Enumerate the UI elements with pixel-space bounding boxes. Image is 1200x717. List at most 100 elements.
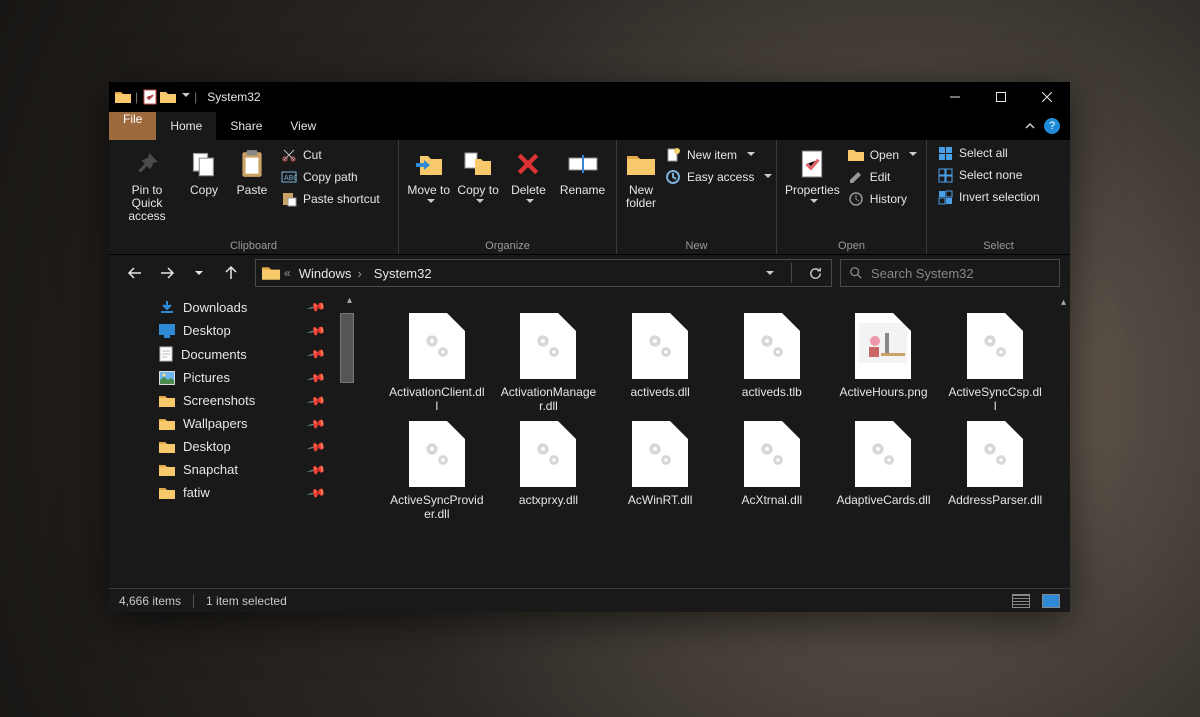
file-item[interactable]: AdaptiveCards.dll xyxy=(831,421,937,521)
pin-icon: 📌 xyxy=(306,437,326,457)
app-folder-icon xyxy=(115,90,131,104)
folder-icon xyxy=(159,463,175,477)
file-name-label: AcXtrnal.dll xyxy=(724,493,820,507)
collapse-ribbon-icon[interactable] xyxy=(1024,120,1036,132)
search-box[interactable] xyxy=(840,259,1060,287)
breadcrumb-segment[interactable]: System32 xyxy=(370,266,436,281)
sidebar-item[interactable]: Desktop📌 xyxy=(109,319,354,342)
dll-file-icon xyxy=(409,313,465,379)
invert-selection-button[interactable]: Invert selection xyxy=(935,188,1042,206)
sidebar-item[interactable]: Wallpapers📌 xyxy=(109,412,354,435)
forward-button[interactable] xyxy=(157,263,177,283)
sidebar-item[interactable]: Screenshots📌 xyxy=(109,389,354,412)
address-bar[interactable]: « Windows› System32 xyxy=(255,259,832,287)
new-folder-button[interactable]: New folder xyxy=(625,144,657,214)
up-button[interactable] xyxy=(221,263,241,283)
file-item[interactable]: AcXtrnal.dll xyxy=(719,421,825,521)
open-button[interactable]: Open xyxy=(846,146,919,164)
qat-properties-icon[interactable] xyxy=(142,89,158,105)
file-item[interactable]: AcWinRT.dll xyxy=(607,421,713,521)
sidebar-item[interactable]: Pictures📌 xyxy=(109,366,354,389)
rename-button[interactable]: Rename xyxy=(557,144,608,201)
dll-file-icon xyxy=(967,313,1023,379)
properties-button[interactable]: Properties xyxy=(785,144,840,214)
sidebar-item[interactable]: Downloads📌 xyxy=(109,295,354,319)
move-to-button[interactable]: Move to xyxy=(407,144,450,214)
easy-access-button[interactable]: Easy access xyxy=(663,168,774,186)
history-button[interactable]: History xyxy=(846,190,919,208)
back-button[interactable] xyxy=(125,263,145,283)
delete-icon xyxy=(512,148,544,180)
qat-newfolder-icon[interactable] xyxy=(160,90,176,104)
scissors-icon xyxy=(281,147,297,163)
select-none-button[interactable]: Select none xyxy=(935,166,1042,184)
tab-view[interactable]: View xyxy=(276,112,330,140)
sidebar-item[interactable]: fatiw📌 xyxy=(109,481,354,504)
breadcrumb-prefix-icon[interactable]: « xyxy=(284,266,291,280)
address-dropdown-icon[interactable] xyxy=(765,268,775,278)
qat-dropdown-icon[interactable] xyxy=(178,90,190,104)
file-item[interactable]: actxprxy.dll xyxy=(496,421,602,521)
file-item[interactable]: activeds.dll xyxy=(607,313,713,413)
file-name-label: AddressParser.dll xyxy=(947,493,1043,507)
navigation-bar: « Windows› System32 xyxy=(109,255,1070,291)
copy-to-button[interactable]: Copy to xyxy=(456,144,499,214)
paste-button[interactable]: Paste xyxy=(231,144,273,201)
navigation-pane[interactable]: ▴ Downloads📌Desktop📌Documents📌Pictures📌S… xyxy=(109,291,354,588)
copy-button[interactable]: Copy xyxy=(183,144,225,201)
sidebar-item[interactable]: Desktop📌 xyxy=(109,435,354,458)
delete-button[interactable]: Delete xyxy=(506,144,551,214)
dll-file-icon xyxy=(967,421,1023,487)
tab-file[interactable]: File xyxy=(109,112,156,140)
file-list[interactable]: ▴ ActivationClient.dll ActivationManager.… xyxy=(354,291,1070,588)
tiles-view-button[interactable] xyxy=(1042,594,1060,608)
file-item[interactable]: AddressParser.dll xyxy=(942,421,1048,521)
file-item[interactable]: ActiveSyncCsp.dll xyxy=(942,313,1048,413)
folder-icon xyxy=(159,417,175,431)
tab-home[interactable]: Home xyxy=(156,112,216,140)
easy-access-icon xyxy=(665,169,681,185)
file-name-label: AdaptiveCards.dll xyxy=(835,493,931,507)
pin-icon: 📌 xyxy=(306,483,326,503)
help-icon[interactable]: ? xyxy=(1044,118,1060,134)
copy-path-button[interactable]: ABCCopy path xyxy=(279,168,382,186)
close-button[interactable] xyxy=(1024,82,1070,112)
dll-file-icon xyxy=(632,313,688,379)
select-all-button[interactable]: Select all xyxy=(935,144,1042,162)
tab-share[interactable]: Share xyxy=(216,112,276,140)
ribbon-tabs: File Home Share View ? xyxy=(109,112,1070,140)
minimize-button[interactable] xyxy=(932,82,978,112)
explorer-window: | | System32 File Home Share View ? xyxy=(109,82,1070,612)
desktop-icon xyxy=(159,324,175,338)
edit-button[interactable]: Edit xyxy=(846,168,919,186)
details-view-button[interactable] xyxy=(1012,594,1030,608)
history-icon xyxy=(848,191,864,207)
dll-file-icon xyxy=(744,421,800,487)
paste-shortcut-button[interactable]: Paste shortcut xyxy=(279,190,382,208)
file-item[interactable]: ActivationManager.dll xyxy=(496,313,602,413)
sidebar-item[interactable]: Documents📌 xyxy=(109,342,354,366)
title-bar[interactable]: | | System32 xyxy=(109,82,1070,112)
cut-button[interactable]: Cut xyxy=(279,146,382,164)
file-item[interactable]: ActiveSyncProvider.dll xyxy=(384,421,490,521)
download-icon xyxy=(159,299,175,315)
folder-icon xyxy=(159,440,175,454)
file-name-label: ActivationClient.dll xyxy=(389,385,485,413)
file-item[interactable]: ActiveHours.png xyxy=(831,313,937,413)
status-selection: 1 item selected xyxy=(206,594,287,608)
file-name-label: ActiveSyncProvider.dll xyxy=(389,493,485,521)
maximize-button[interactable] xyxy=(978,82,1024,112)
refresh-button[interactable] xyxy=(808,266,823,281)
file-item[interactable]: ActivationClient.dll xyxy=(384,313,490,413)
file-item[interactable]: activeds.tlb xyxy=(719,313,825,413)
new-item-button[interactable]: New item xyxy=(663,146,774,164)
scroll-up-icon[interactable]: ▴ xyxy=(1061,297,1066,308)
search-input[interactable] xyxy=(871,266,1051,281)
breadcrumb-segment[interactable]: Windows› xyxy=(295,266,366,281)
sidebar-item[interactable]: Snapchat📌 xyxy=(109,458,354,481)
file-name-label: ActivationManager.dll xyxy=(500,385,596,413)
new-folder-icon xyxy=(625,148,657,180)
pin-quick-access-button[interactable]: Pin to Quick access xyxy=(117,144,177,227)
properties-icon xyxy=(796,148,828,180)
recent-locations-button[interactable] xyxy=(189,263,209,283)
